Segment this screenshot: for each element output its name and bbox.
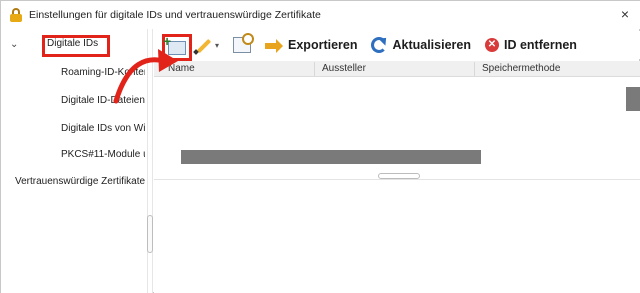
id-list: Name Aussteller Speichermethode [154, 61, 640, 293]
window-title: Einstellungen für digitale IDs und vertr… [29, 9, 321, 21]
remove-id-label: ID entfernen [504, 38, 577, 52]
column-divider[interactable] [314, 62, 315, 76]
certificate-properties-button[interactable] [233, 33, 255, 57]
lock-icon [9, 8, 23, 22]
column-header-issuer[interactable]: Aussteller [322, 63, 366, 74]
details-divider [154, 179, 640, 180]
toolbar: ▾ Exportieren Aktualisieren ✕ ID entfern… [154, 31, 640, 59]
navigation-tree: ⌄ Digitale IDs Roaming-ID-Konten Digital… [1, 29, 147, 293]
add-id-button[interactable] [162, 33, 192, 61]
tree-item-roaming-id-accounts[interactable]: Roaming-ID-Konten [61, 67, 145, 78]
column-divider[interactable] [474, 62, 475, 76]
tree-item-windows-digital-ids[interactable]: Digitale IDs von Windows [61, 123, 145, 134]
refresh-icon [371, 37, 388, 53]
title-bar: Einstellungen für digitale IDs und vertr… [1, 1, 640, 29]
refresh-label: Aktualisieren [392, 38, 471, 52]
export-arrow-icon [265, 39, 284, 53]
horizontal-scrollbar-thumb[interactable] [181, 150, 481, 164]
tree-item-trusted-certificates[interactable]: Vertrauenswürdige Zertifikate [15, 176, 145, 187]
edit-button[interactable]: ▾ [193, 33, 219, 57]
tree-item-pkcs11-modules[interactable]: PKCS#11-Module und Token [61, 149, 145, 160]
tree-item-digital-id-files[interactable]: Digitale ID-Dateien [61, 95, 145, 106]
vertical-scrollbar-thumb[interactable] [626, 87, 640, 111]
column-header-name[interactable]: Name [168, 63, 195, 74]
splitter-grip[interactable] [147, 215, 153, 253]
certificate-properties-icon [233, 33, 255, 53]
refresh-button[interactable]: Aktualisieren [371, 33, 471, 57]
chevron-down-icon[interactable]: ⌄ [10, 39, 18, 50]
column-header-storage-method[interactable]: Speichermethode [482, 63, 560, 74]
pen-icon [193, 36, 212, 55]
highlight-digital-ids [42, 35, 110, 57]
list-header: Name Aussteller Speichermethode [154, 61, 640, 77]
export-button[interactable]: Exportieren [265, 33, 357, 57]
pane-splitter[interactable] [147, 29, 153, 293]
close-button[interactable]: × [617, 6, 633, 22]
export-label: Exportieren [288, 38, 358, 52]
remove-id-button[interactable]: ✕ ID entfernen [485, 33, 577, 57]
remove-icon: ✕ [485, 38, 499, 52]
add-id-icon [163, 33, 186, 55]
chevron-down-icon[interactable]: ▾ [215, 41, 219, 50]
settings-window: Einstellungen für digitale IDs und vertr… [0, 0, 640, 293]
